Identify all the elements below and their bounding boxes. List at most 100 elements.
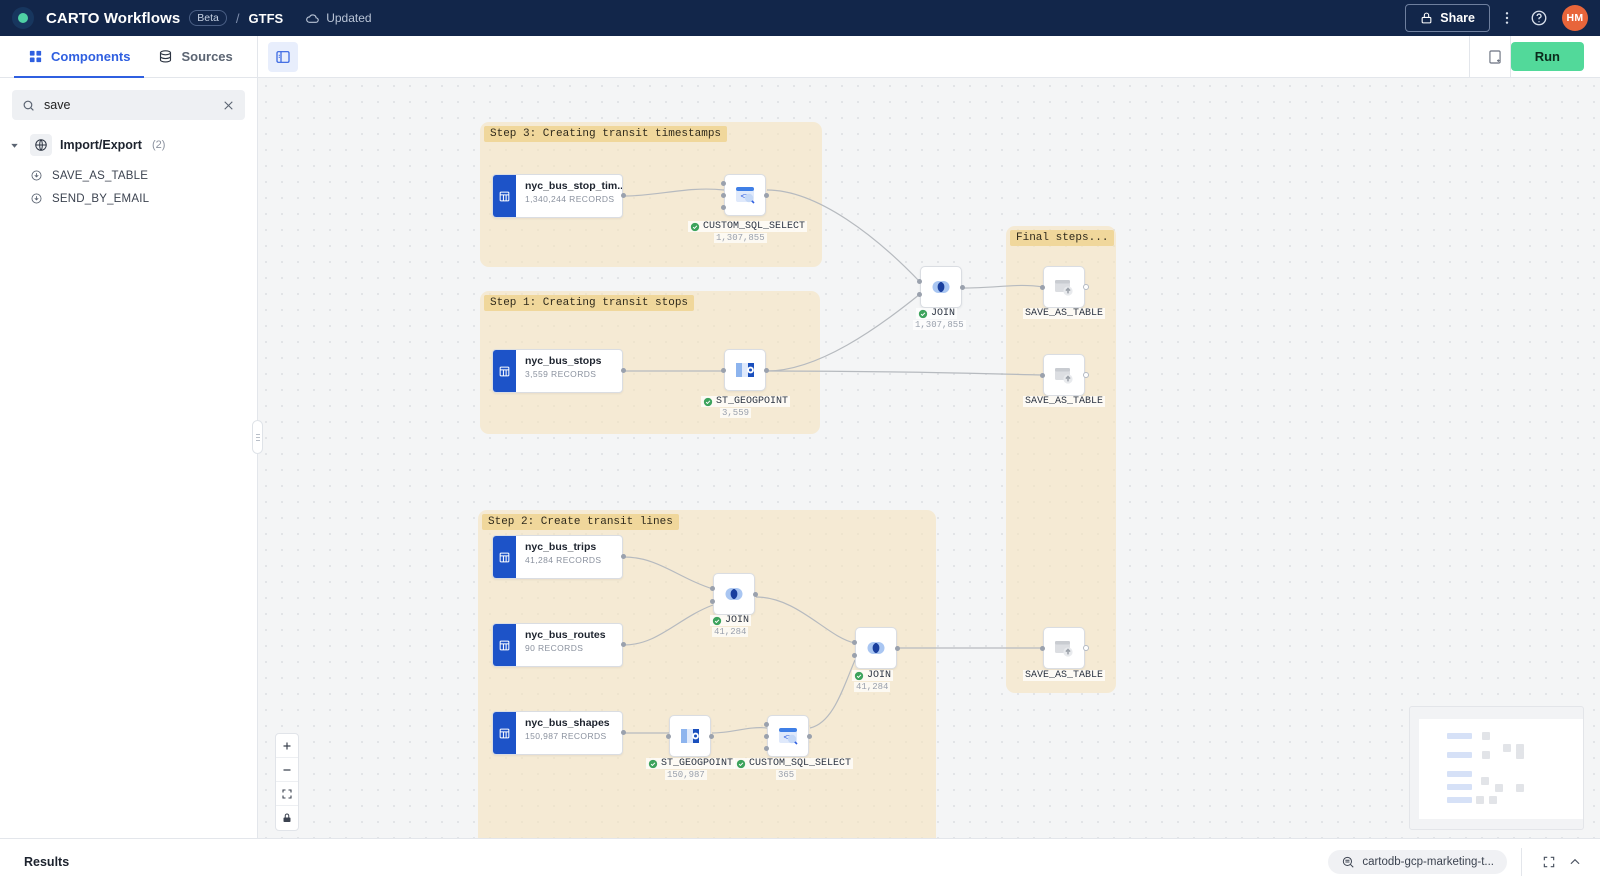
source-node[interactable]: nyc_bus_shapes 150,987 RECORDS <box>492 711 623 755</box>
tab-sources[interactable]: Sources <box>144 36 246 78</box>
group-label: Import/Export <box>60 138 142 152</box>
input-port[interactable] <box>1040 373 1045 378</box>
lock-canvas-button[interactable] <box>276 806 298 830</box>
lock-icon <box>1421 12 1432 24</box>
results-label[interactable]: Results <box>24 855 69 869</box>
toggle-panel-button[interactable] <box>268 41 298 72</box>
group-title-step2: Step 2: Create transit lines <box>482 514 679 530</box>
input-port[interactable] <box>721 181 726 186</box>
node-count: 1,307,855 <box>913 320 966 330</box>
output-port[interactable] <box>621 193 626 198</box>
connection-label: cartodb-gcp-marketing-t... <box>1362 856 1494 868</box>
operation-node-join[interactable] <box>855 627 897 669</box>
clear-search-button[interactable] <box>222 99 235 112</box>
output-port[interactable] <box>764 193 769 198</box>
output-port[interactable] <box>621 368 626 373</box>
share-button[interactable]: Share <box>1405 4 1490 32</box>
component-item-save-as-table[interactable]: SAVE_AS_TABLE <box>0 164 257 187</box>
input-port[interactable] <box>852 653 857 658</box>
carto-logo-icon[interactable] <box>12 7 34 29</box>
operation-node-custom-sql-select[interactable]: <> <box>724 174 766 216</box>
output-port[interactable] <box>960 285 965 290</box>
search-box[interactable] <box>12 90 245 120</box>
input-port[interactable] <box>710 599 715 604</box>
input-port[interactable] <box>917 292 922 297</box>
operation-node-st-geogpoint[interactable] <box>724 349 766 391</box>
search-input[interactable] <box>44 98 213 112</box>
sink-node-save-as-table[interactable] <box>1043 354 1085 396</box>
table-glyph <box>499 728 510 738</box>
group-title-final: Final steps... <box>1010 230 1115 246</box>
sink-node-save-as-table[interactable] <box>1043 627 1085 669</box>
operation-node-st-geogpoint[interactable] <box>669 715 711 757</box>
fit-view-button[interactable] <box>276 782 298 806</box>
beta-badge: Beta <box>189 10 227 26</box>
more-menu-button[interactable] <box>1492 3 1522 33</box>
input-port[interactable] <box>1040 646 1045 651</box>
table-icon <box>493 536 516 578</box>
run-button[interactable]: Run <box>1510 42 1584 71</box>
lock-icon <box>283 813 291 822</box>
source-node[interactable]: nyc_bus_stop_tim... 1,340,244 RECORDS <box>492 174 623 218</box>
output-port[interactable] <box>753 592 758 597</box>
user-avatar[interactable]: HM <box>1562 5 1588 31</box>
operation-node-join[interactable] <box>920 266 962 308</box>
workflow-canvas[interactable]: Step 3: Creating transit timestamps Step… <box>258 78 1600 838</box>
chevron-down-icon[interactable] <box>6 140 22 151</box>
canvas-minimap[interactable] <box>1409 706 1584 830</box>
source-node[interactable]: nyc_bus_stops 3,559 RECORDS <box>492 349 623 393</box>
input-port[interactable] <box>721 368 726 373</box>
zoom-in-button[interactable] <box>276 734 298 758</box>
tab-components[interactable]: Components <box>14 36 145 78</box>
source-node[interactable]: nyc_bus_trips 41,284 RECORDS <box>492 535 623 579</box>
output-port[interactable] <box>895 646 900 651</box>
output-port[interactable] <box>621 642 626 647</box>
output-port[interactable] <box>621 554 626 559</box>
expand-results-button[interactable] <box>1536 849 1562 875</box>
input-port[interactable] <box>764 722 769 727</box>
success-check-icon <box>854 671 864 680</box>
zoom-out-icon <box>283 768 291 771</box>
zoom-out-button[interactable] <box>276 758 298 782</box>
input-port[interactable] <box>721 205 726 210</box>
input-port[interactable] <box>852 640 857 645</box>
workflow-name[interactable]: GTFS <box>249 11 284 26</box>
input-port[interactable] <box>710 586 715 591</box>
carto-workflows-app: CARTO Workflows Beta / GTFS Updated Shar… <box>0 0 1600 885</box>
node-label-text: JOIN <box>931 308 956 319</box>
minimap-node <box>1447 733 1472 739</box>
output-port[interactable] <box>1083 284 1089 290</box>
input-port[interactable] <box>764 734 769 739</box>
input-port[interactable] <box>917 279 922 284</box>
minimap-node <box>1516 751 1524 759</box>
table-icon <box>493 624 516 666</box>
component-group-import-export[interactable]: Import/Export (2) <box>0 126 257 164</box>
panel-resize-handle[interactable] <box>252 420 263 454</box>
source-node[interactable]: nyc_bus_routes 90 RECORDS <box>492 623 623 667</box>
add-note-button[interactable] <box>1480 42 1510 72</box>
input-port[interactable] <box>764 746 769 751</box>
cloud-icon <box>306 13 319 23</box>
input-port[interactable] <box>1040 285 1045 290</box>
minimap-node <box>1495 784 1503 792</box>
source-node-text: nyc_bus_routes 90 RECORDS <box>516 624 606 666</box>
sink-node-save-as-table[interactable] <box>1043 266 1085 308</box>
help-button[interactable] <box>1524 3 1554 33</box>
input-port[interactable] <box>721 193 726 198</box>
output-port[interactable] <box>764 368 769 373</box>
connection-pill[interactable]: cartodb-gcp-marketing-t... <box>1328 850 1507 874</box>
operation-node-join[interactable] <box>713 573 755 615</box>
output-port[interactable] <box>709 734 714 739</box>
operation-node-custom-sql-select[interactable]: <> <box>767 715 809 757</box>
updated-label: Updated <box>326 11 372 25</box>
output-port[interactable] <box>1083 645 1089 651</box>
input-port[interactable] <box>666 734 671 739</box>
sql-select-icon: <> <box>779 728 798 745</box>
table-glyph <box>499 552 510 562</box>
collapse-results-button[interactable] <box>1562 849 1588 875</box>
output-port[interactable] <box>1083 372 1089 378</box>
output-port[interactable] <box>621 730 626 735</box>
group-title-step1: Step 1: Creating transit stops <box>484 295 695 311</box>
output-port[interactable] <box>807 734 812 739</box>
component-item-send-by-email[interactable]: SEND_BY_EMAIL <box>0 187 257 210</box>
